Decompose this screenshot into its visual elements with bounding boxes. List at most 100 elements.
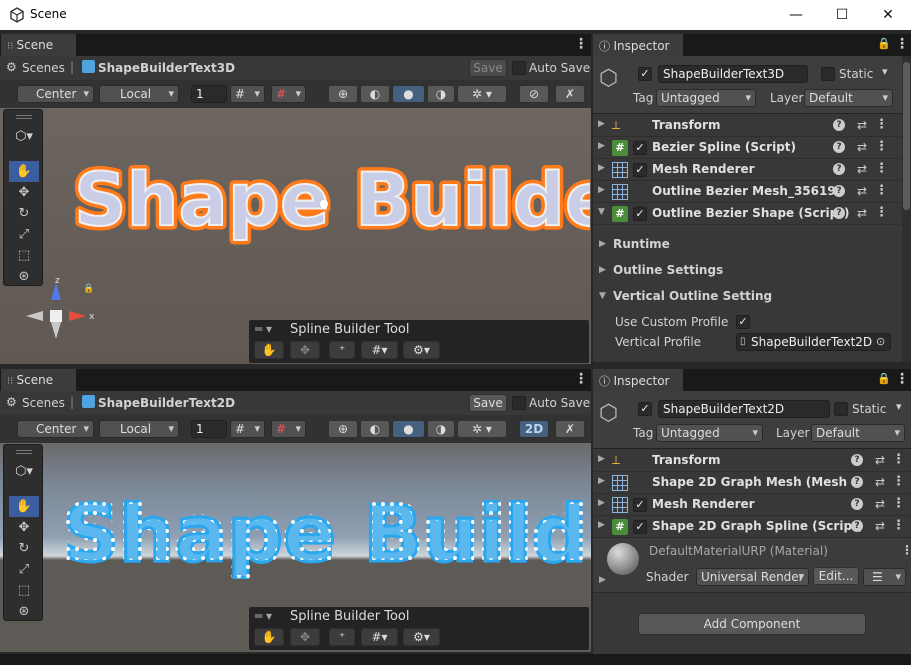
- object-name-field[interactable]: ShapeBuilderText2D: [658, 400, 830, 418]
- component-menu-icon[interactable]: ⋮: [875, 117, 888, 132]
- component-shape2d-graph-spline[interactable]: ▶ # ✓ Shape 2D Graph Spline (Script) ? ⇄ ⋮: [593, 516, 911, 538]
- maximize-button[interactable]: ☐: [819, 4, 865, 26]
- help-icon[interactable]: ?: [851, 520, 863, 532]
- section-vertical-outline[interactable]: Vertical Outline Setting: [613, 289, 772, 303]
- expand-arrow-icon[interactable]: ▶: [598, 119, 605, 129]
- spline-snap-dropdown[interactable]: #▾: [361, 341, 398, 359]
- preset-icon[interactable]: ⇄: [875, 475, 885, 489]
- component-enabled-checkbox[interactable]: ✓: [633, 498, 647, 512]
- shading-shaded-button[interactable]: ●: [392, 420, 425, 438]
- static-checkbox[interactable]: [834, 402, 848, 416]
- increment-snap-dropdown[interactable]: #: [271, 420, 306, 438]
- shading-lit-button[interactable]: ◑: [427, 85, 455, 103]
- expand-arrow-icon[interactable]: ▶: [598, 141, 605, 151]
- component-transform[interactable]: ▶ ⟂ Transform ? ⇄ ⋮: [593, 450, 911, 472]
- static-dropdown-icon[interactable]: ▾: [882, 65, 888, 78]
- preset-icon[interactable]: ⇄: [875, 519, 885, 533]
- gizmo-x-axis[interactable]: [69, 311, 86, 321]
- shading-shaded-button[interactable]: ●: [392, 85, 425, 103]
- component-menu-icon[interactable]: ⋮: [875, 205, 888, 220]
- component-outline-bezier-mesh[interactable]: ▶ Outline Bezier Mesh_356194 (M ? ⇄ ⋮: [593, 181, 901, 203]
- lock-icon[interactable]: 🔒: [877, 372, 891, 385]
- component-enabled-checkbox[interactable]: ✓: [633, 141, 647, 155]
- breadcrumb-object[interactable]: ShapeBuilderText3D: [98, 61, 235, 75]
- breadcrumb-scenes[interactable]: Scenes: [22, 396, 65, 410]
- shading-shaded-wire-button[interactable]: ◐: [360, 85, 390, 103]
- close-button[interactable]: ✕: [865, 4, 911, 26]
- spline-settings-dropdown[interactable]: ⚙▾: [403, 628, 440, 646]
- space-dropdown[interactable]: Local: [99, 85, 179, 103]
- object-name-field[interactable]: ShapeBuilderText3D: [658, 65, 808, 83]
- drag-handle-icon[interactable]: [16, 450, 32, 454]
- scene-view-top[interactable]: Shape Builder Shape Builder ⬡▾ ✋ ✥ ↻ ⤢ ⬚…: [0, 108, 591, 364]
- effects-toggle-button[interactable]: ✗: [555, 85, 585, 103]
- more-menu-icon[interactable]: ⋮: [895, 371, 909, 387]
- hand-tool-icon[interactable]: ✋: [9, 161, 39, 182]
- spline-snap-dropdown[interactable]: #▾: [361, 628, 398, 646]
- effects-toggle-button[interactable]: ✗: [555, 420, 585, 438]
- increment-snap-dropdown[interactable]: #: [271, 85, 306, 103]
- rect-tool-icon[interactable]: ⬚: [9, 580, 39, 601]
- help-icon[interactable]: ?: [833, 141, 845, 153]
- scale-tool-icon[interactable]: ⤢: [9, 559, 39, 580]
- component-menu-icon[interactable]: ⋮: [892, 474, 905, 489]
- auto-save-checkbox[interactable]: [512, 61, 526, 75]
- minimize-button[interactable]: —: [773, 4, 819, 26]
- gizmo-neg-x-axis[interactable]: [26, 311, 43, 321]
- tag-dropdown[interactable]: Untagged: [656, 89, 756, 107]
- component-outline-bezier-shape[interactable]: ▼ # ✓ Outline Bezier Shape (Script) ? ⇄ ⋮: [593, 203, 901, 225]
- help-icon[interactable]: ?: [851, 454, 863, 466]
- breadcrumb-scenes[interactable]: Scenes: [22, 61, 65, 75]
- pivot-dropdown[interactable]: Center: [17, 420, 94, 438]
- vertical-profile-field[interactable]: ShapeBuilderText2D: [736, 333, 891, 351]
- component-menu-icon[interactable]: ⋮: [892, 496, 905, 511]
- preset-icon[interactable]: ⇄: [857, 184, 867, 198]
- shader-edit-button[interactable]: Edit...: [813, 567, 859, 585]
- rotate-tool-icon[interactable]: ↻: [9, 203, 39, 224]
- gizmo-lock-icon[interactable]: 🔒: [83, 283, 94, 294]
- component-menu-icon[interactable]: ⋮: [875, 183, 888, 198]
- shading-wireframe-button[interactable]: ⊕: [328, 420, 358, 438]
- shader-options-dropdown[interactable]: ☰: [863, 568, 906, 586]
- section-outline-settings[interactable]: Outline Settings: [613, 263, 723, 277]
- component-shape2d-graph-mesh[interactable]: ▶ Shape 2D Graph Mesh (Mesh Filte ? ⇄ ⋮: [593, 472, 911, 494]
- use-custom-profile-checkbox[interactable]: ✓: [736, 315, 750, 329]
- panel-drag-handle-icon[interactable]: ═ ▾: [255, 322, 272, 336]
- tab-inspector-top[interactable]: ⓘ Inspector: [593, 34, 683, 56]
- preset-icon[interactable]: ⇄: [875, 453, 885, 467]
- component-enabled-checkbox[interactable]: ✓: [633, 207, 647, 221]
- component-menu-icon[interactable]: ⋮: [892, 452, 905, 467]
- component-mesh-renderer[interactable]: ▶ ✓ Mesh Renderer ? ⇄ ⋮: [593, 159, 901, 181]
- help-icon[interactable]: ?: [851, 498, 863, 510]
- panel-drag-handle-icon[interactable]: ═ ▾: [255, 609, 272, 623]
- lock-icon[interactable]: 🔒: [877, 37, 891, 50]
- drag-handle-icon[interactable]: [16, 115, 32, 119]
- space-dropdown[interactable]: Local: [99, 420, 179, 438]
- spline-move-tool[interactable]: ✥: [290, 341, 320, 359]
- component-menu-icon[interactable]: ⋮: [875, 139, 888, 154]
- component-menu-icon[interactable]: ⋮: [901, 543, 911, 557]
- component-bezier-spline[interactable]: ▶ # ✓ Bezier Spline (Script) ? ⇄ ⋮: [593, 137, 901, 159]
- collapse-arrow-icon[interactable]: ▼: [598, 207, 605, 217]
- inspector-scrollbar[interactable]: [902, 56, 911, 362]
- expand-arrow-icon[interactable]: ▶: [598, 476, 605, 486]
- scrollbar-thumb[interactable]: [903, 62, 910, 210]
- component-menu-icon[interactable]: ⋮: [892, 518, 905, 533]
- scale-tool-icon[interactable]: ⤢: [9, 224, 39, 245]
- breadcrumb-object[interactable]: ShapeBuilderText2D: [98, 396, 235, 410]
- grid-size-field[interactable]: 1: [191, 420, 227, 438]
- rect-tool-icon[interactable]: ⬚: [9, 245, 39, 266]
- shading-wireframe-button[interactable]: ⊕: [328, 85, 358, 103]
- tab-inspector-bottom[interactable]: ⓘ Inspector: [593, 369, 683, 391]
- mode-2d-button[interactable]: 2D: [519, 420, 549, 438]
- gizmo-center[interactable]: [50, 310, 62, 322]
- help-icon[interactable]: ?: [833, 163, 845, 175]
- grid-size-field[interactable]: 1: [191, 85, 227, 103]
- component-transform[interactable]: ▶ ⟂ Transform ? ⇄ ⋮: [593, 115, 901, 137]
- spline-settings-dropdown[interactable]: ⚙▾: [403, 341, 440, 359]
- preset-icon[interactable]: ⇄: [875, 497, 885, 511]
- component-enabled-checkbox[interactable]: ✓: [633, 163, 647, 177]
- scene-view-bottom[interactable]: Shape Builder Shape Builder ⬡▾ ✋ ✥ ↻ ⤢ ⬚…: [0, 443, 591, 652]
- tag-dropdown[interactable]: Untagged: [656, 424, 763, 442]
- tab-scene-bottom[interactable]: ⁝⁝ Scene: [1, 369, 76, 391]
